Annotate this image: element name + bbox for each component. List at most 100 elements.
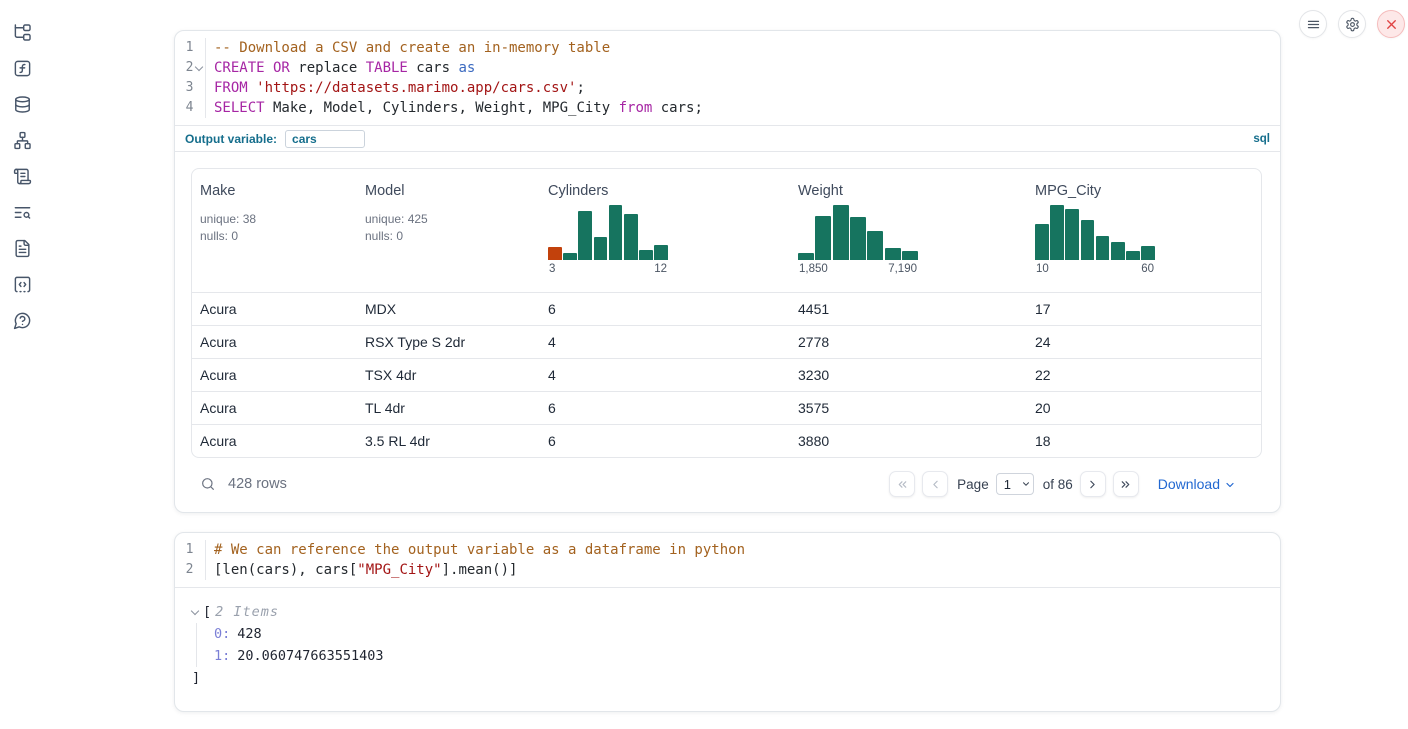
table-row[interactable]: AcuraTL 4dr6357520 (192, 391, 1261, 424)
chevron-left-icon (929, 478, 942, 491)
histogram-bar (885, 248, 901, 260)
shutdown-button[interactable] (1377, 10, 1405, 38)
table-cell: 18 (1027, 424, 1261, 457)
data-table: Makeunique: 38nulls: 0Modelunique: 425nu… (192, 169, 1261, 457)
python-cell: 1# We can reference the output variable … (174, 532, 1281, 712)
table-cell: 4 (540, 325, 790, 358)
histogram-bar (624, 214, 638, 260)
code-line-text: SELECT Make, Model, Cylinders, Weight, M… (206, 98, 703, 118)
column-header[interactable]: MPG_City 1060 (1027, 169, 1261, 292)
documentation-button[interactable] (8, 234, 36, 262)
column-histogram[interactable]: 312 (548, 205, 668, 275)
logs-icon (13, 203, 32, 222)
column-name: MPG_City (1035, 183, 1253, 199)
table-row[interactable]: AcuraMDX6445117 (192, 292, 1261, 325)
table-cell: Acura (192, 358, 357, 391)
function-square-button[interactable] (8, 54, 36, 82)
list-output: [ 2 Items 0: 428 1: 20.060747663551403 ] (175, 588, 1280, 711)
chevrons-right-icon (1119, 478, 1132, 491)
chevrons-left-icon (896, 478, 909, 491)
line-number: 2 (175, 560, 193, 580)
fold-chevron-icon[interactable] (195, 62, 203, 70)
histogram-bar (902, 251, 918, 260)
item-key: 1: (214, 648, 230, 664)
help-icon (13, 311, 32, 330)
line-gutter: 2 (175, 58, 206, 78)
code-editor-python[interactable]: 1# We can reference the output variable … (175, 533, 1280, 588)
table-cell: 20 (1027, 391, 1261, 424)
code-line-text: FROM 'https://datasets.marimo.app/cars.c… (206, 78, 585, 98)
histogram-bar (1126, 251, 1140, 260)
file-tree-button[interactable] (8, 18, 36, 46)
page-select[interactable]: 1 (996, 473, 1034, 495)
table-cell: Acura (192, 292, 357, 325)
datasources-button[interactable] (8, 90, 36, 118)
line-gutter: 3 (175, 78, 206, 98)
table-row[interactable]: AcuraRSX Type S 2dr4277824 (192, 325, 1261, 358)
table-cell: 24 (1027, 325, 1261, 358)
chevron-right-icon (1086, 478, 1099, 491)
column-header[interactable]: Weight 1,8507,190 (790, 169, 1027, 292)
page-select-wrap: 1 (996, 473, 1034, 495)
histogram-bar (1065, 209, 1079, 260)
bracket-close: ] (192, 670, 200, 686)
histogram-bar (654, 245, 668, 260)
code-editor-sql[interactable]: 1-- Download a CSV and create an in-memo… (175, 31, 1280, 125)
table-cell: 3.5 RL 4dr (357, 424, 540, 457)
download-button[interactable]: Download (1158, 476, 1236, 492)
page-label: Page (957, 477, 989, 492)
table-row[interactable]: Acura3.5 RL 4dr6388018 (192, 424, 1261, 457)
table-row[interactable]: AcuraTSX 4dr4323022 (192, 358, 1261, 391)
collapse-icon[interactable] (191, 606, 199, 614)
last-page-button[interactable] (1113, 471, 1139, 497)
page-total: of 86 (1043, 477, 1073, 492)
dependency-graph-button[interactable] (8, 126, 36, 154)
histogram-bar (1035, 224, 1049, 260)
column-header[interactable]: Cylinders312 (540, 169, 790, 292)
histogram-axis-labels: 1060 (1035, 263, 1155, 275)
dependency-graph-icon (13, 131, 32, 150)
file-tree-icon (13, 23, 32, 42)
first-page-button[interactable] (889, 471, 915, 497)
logs-button[interactable] (8, 198, 36, 226)
search-icon (200, 476, 216, 492)
close-icon (1384, 17, 1399, 32)
table-cell: TL 4dr (357, 391, 540, 424)
language-badge: sql (1253, 133, 1270, 145)
scratchpad-button[interactable] (8, 162, 36, 190)
table-cell: TSX 4dr (357, 358, 540, 391)
column-histogram[interactable]: 1060 (1035, 205, 1155, 275)
item-value: 20.060747663551403 (237, 648, 383, 664)
output-variable-input[interactable] (285, 130, 365, 148)
column-header[interactable]: Makeunique: 38nulls: 0 (192, 169, 357, 292)
help-button[interactable] (8, 306, 36, 334)
histogram-axis-labels: 312 (548, 263, 668, 275)
histogram-bar (798, 253, 814, 260)
next-page-button[interactable] (1080, 471, 1106, 497)
histogram-bar (548, 247, 562, 260)
table-cell: 4 (540, 358, 790, 391)
line-number: 1 (175, 38, 193, 58)
download-label: Download (1158, 476, 1220, 492)
histogram-bar (1050, 205, 1064, 260)
histogram-bar (594, 237, 608, 260)
notebook: 1-- Download a CSV and create an in-memo… (174, 30, 1281, 712)
menu-button[interactable] (1299, 10, 1327, 38)
output-variable-label: Output variable: (185, 132, 277, 146)
list-header: [ 2 Items (192, 601, 1264, 623)
snippets-button[interactable] (8, 270, 36, 298)
settings-button[interactable] (1338, 10, 1366, 38)
list-item: 1: 20.060747663551403 (214, 645, 1264, 667)
gear-icon (1345, 17, 1360, 32)
column-header[interactable]: Modelunique: 425nulls: 0 (357, 169, 540, 292)
list-item: 0: 428 (214, 623, 1264, 645)
item-value: 428 (237, 626, 261, 642)
prev-page-button[interactable] (922, 471, 948, 497)
column-name: Weight (798, 183, 1019, 199)
snippets-icon (13, 275, 32, 294)
search-rows-button[interactable] (196, 472, 220, 496)
table-cell: 6 (540, 424, 790, 457)
table-cell: 4451 (790, 292, 1027, 325)
column-histogram[interactable]: 1,8507,190 (798, 205, 918, 275)
table-cell: Acura (192, 424, 357, 457)
